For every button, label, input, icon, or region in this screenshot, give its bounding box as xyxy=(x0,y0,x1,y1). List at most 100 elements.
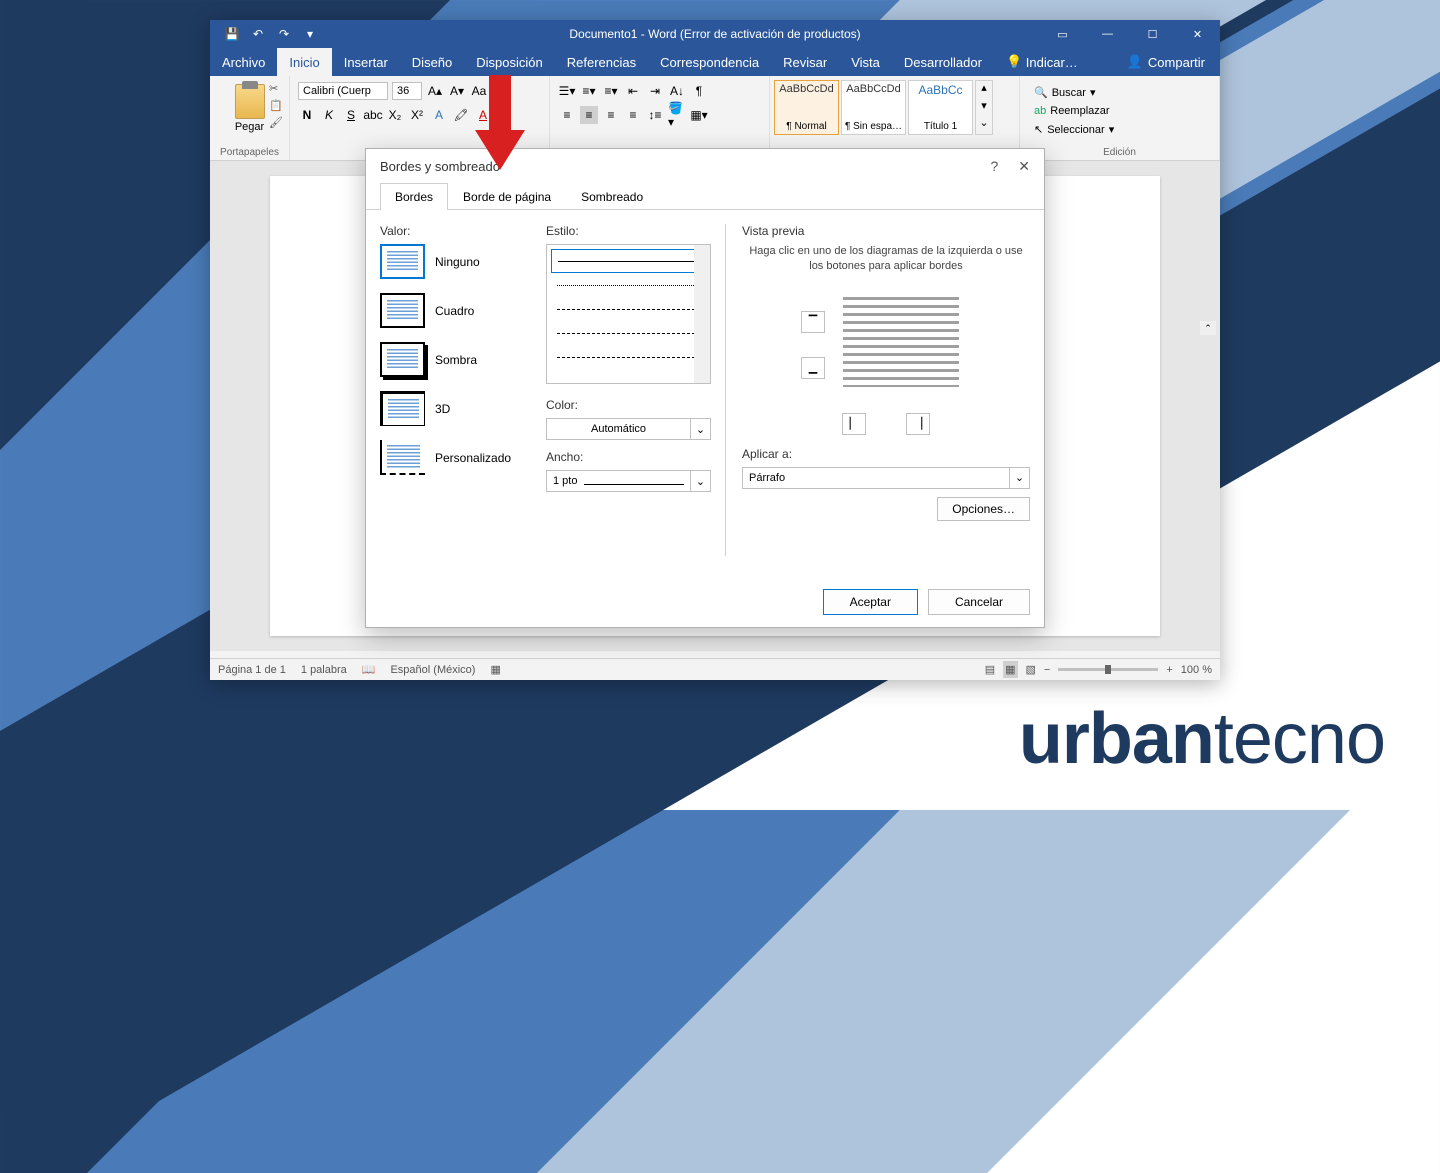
menu-desarrollador[interactable]: Desarrollador xyxy=(892,48,994,76)
show-marks-icon[interactable]: ¶ xyxy=(690,82,708,100)
subscript-icon[interactable]: X₂ xyxy=(386,106,404,124)
align-left-icon[interactable]: ≡ xyxy=(558,106,576,124)
style-sin-espacio[interactable]: AaBbCcDd ¶ Sin espa… xyxy=(841,80,906,135)
maximize-button[interactable]: ☐ xyxy=(1130,20,1175,48)
bold-button[interactable]: N xyxy=(298,106,316,124)
status-page[interactable]: Página 1 de 1 xyxy=(218,664,286,676)
valor-3d[interactable]: 3D xyxy=(380,391,530,426)
valor-ninguno[interactable]: Ninguno xyxy=(380,244,530,279)
shading-icon[interactable]: 🪣▾ xyxy=(668,106,686,124)
copy-icon[interactable]: 📋 xyxy=(269,99,283,112)
print-layout-icon[interactable]: ▦ xyxy=(1003,661,1017,678)
font-size-select[interactable]: 36 xyxy=(392,82,422,100)
valor-cuadro[interactable]: Cuadro xyxy=(380,293,530,328)
shrink-font-icon[interactable]: A▾ xyxy=(448,82,466,100)
minimize-button[interactable]: — xyxy=(1085,20,1130,48)
underline-button[interactable]: S xyxy=(342,106,360,124)
preview-diagram[interactable] xyxy=(831,285,971,405)
style-normal[interactable]: AaBbCcDd ¶ Normal xyxy=(774,80,839,135)
sort-icon[interactable]: A↓ xyxy=(668,82,686,100)
menu-archivo[interactable]: Archivo xyxy=(210,48,277,76)
justify-icon[interactable]: ≡ xyxy=(624,106,642,124)
align-center-icon[interactable]: ≡ xyxy=(580,106,598,124)
dialog-close-icon[interactable]: ✕ xyxy=(1018,158,1030,175)
select-button[interactable]: ↖Seleccionar ▾ xyxy=(1032,121,1207,138)
grow-font-icon[interactable]: A▴ xyxy=(426,82,444,100)
qat-more-icon[interactable]: ▾ xyxy=(303,27,317,41)
ribbon-options-button[interactable]: ▭ xyxy=(1040,20,1085,48)
increase-indent-icon[interactable]: ⇥ xyxy=(646,82,664,100)
accept-button[interactable]: Aceptar xyxy=(823,589,918,615)
style-titulo1[interactable]: AaBbCc Título 1 xyxy=(908,80,973,135)
apply-to-dropdown[interactable]: Párrafo ⌄ xyxy=(742,467,1030,489)
replace-button[interactable]: abReemplazar xyxy=(1032,103,1207,119)
macro-icon[interactable]: ▦ xyxy=(490,663,500,676)
menu-inicio[interactable]: Inicio xyxy=(277,48,331,76)
menu-disposicion[interactable]: Disposición xyxy=(464,48,554,76)
valor-sombra[interactable]: Sombra xyxy=(380,342,530,377)
strike-icon[interactable]: abc xyxy=(364,106,382,124)
border-right-button[interactable]: ▕ xyxy=(906,413,930,435)
options-button[interactable]: Opciones… xyxy=(937,497,1030,521)
zoom-level[interactable]: 100 % xyxy=(1181,664,1212,676)
color-dropdown[interactable]: Automático ⌄ xyxy=(546,418,711,440)
highlight-icon[interactable]: 🖍 xyxy=(452,106,470,124)
multilevel-icon[interactable]: ≡▾ xyxy=(602,82,620,100)
numbering-icon[interactable]: ≡▾ xyxy=(580,82,598,100)
decrease-indent-icon[interactable]: ⇤ xyxy=(624,82,642,100)
style-listbox[interactable] xyxy=(546,244,711,384)
spellcheck-icon[interactable]: 📖 xyxy=(362,663,376,676)
styles-more-icon[interactable]: ⌄ xyxy=(976,116,992,134)
zoom-in-icon[interactable]: + xyxy=(1166,664,1172,676)
group-edicion: Edición xyxy=(1020,147,1219,158)
menu-revisar[interactable]: Revisar xyxy=(771,48,839,76)
superscript-icon[interactable]: X² xyxy=(408,106,426,124)
cut-icon[interactable]: ✂ xyxy=(269,82,283,95)
border-bottom-button[interactable]: ▁ xyxy=(801,357,825,379)
tab-sombreado[interactable]: Sombreado xyxy=(566,183,658,210)
styles-up-icon[interactable]: ▴ xyxy=(976,81,992,99)
borders-dialog: Bordes y sombreado ? ✕ Bordes Borde de p… xyxy=(365,148,1045,628)
share-button[interactable]: 👤 Compartir xyxy=(1112,54,1220,70)
undo-icon[interactable]: ↶ xyxy=(251,27,265,41)
read-mode-icon[interactable]: ▤ xyxy=(985,663,995,676)
chevron-down-icon: ⌄ xyxy=(690,471,710,491)
ruler-toggle-icon[interactable]: ⌃ xyxy=(1200,321,1216,335)
tab-borde-pagina[interactable]: Borde de página xyxy=(448,183,566,210)
cancel-button[interactable]: Cancelar xyxy=(928,589,1030,615)
menu-referencias[interactable]: Referencias xyxy=(555,48,648,76)
menu-diseno[interactable]: Diseño xyxy=(400,48,464,76)
italic-button[interactable]: K xyxy=(320,106,338,124)
menu-indicar[interactable]: 💡 Indicar… xyxy=(994,48,1090,76)
web-layout-icon[interactable]: ▧ xyxy=(1026,663,1036,676)
label-aplicar: Aplicar a: xyxy=(742,447,1030,461)
tell-me-icon: 💡 xyxy=(1006,54,1022,70)
align-right-icon[interactable]: ≡ xyxy=(602,106,620,124)
status-language[interactable]: Español (México) xyxy=(390,664,475,676)
valor-personalizado[interactable]: Personalizado xyxy=(380,440,530,475)
close-button[interactable]: ✕ xyxy=(1175,20,1220,48)
width-dropdown[interactable]: 1 pto ⌄ xyxy=(546,470,711,492)
find-button[interactable]: 🔍Buscar ▾ xyxy=(1032,84,1207,101)
zoom-slider[interactable] xyxy=(1058,668,1158,671)
borders-icon[interactable]: ▦▾ xyxy=(690,106,708,124)
border-top-button[interactable]: ▔ xyxy=(801,311,825,333)
style-scrollbar[interactable] xyxy=(694,245,710,383)
status-words[interactable]: 1 palabra xyxy=(301,664,347,676)
border-left-button[interactable]: ▏ xyxy=(842,413,866,435)
tab-bordes[interactable]: Bordes xyxy=(380,183,448,210)
redo-icon[interactable]: ↷ xyxy=(277,27,291,41)
menu-vista[interactable]: Vista xyxy=(839,48,892,76)
text-effects-icon[interactable]: A xyxy=(430,106,448,124)
styles-down-icon[interactable]: ▾ xyxy=(976,99,992,117)
save-icon[interactable]: 💾 xyxy=(225,27,239,41)
bullets-icon[interactable]: ☰▾ xyxy=(558,82,576,100)
menu-insertar[interactable]: Insertar xyxy=(332,48,400,76)
line-spacing-icon[interactable]: ↕≡ xyxy=(646,106,664,124)
font-name-select[interactable]: Calibri (Cuerp xyxy=(298,82,388,100)
dialog-help-icon[interactable]: ? xyxy=(990,158,998,175)
zoom-out-icon[interactable]: − xyxy=(1044,664,1050,676)
menu-correspondencia[interactable]: Correspondencia xyxy=(648,48,771,76)
format-painter-icon[interactable]: 🖌 xyxy=(269,116,283,129)
chevron-down-icon: ⌄ xyxy=(690,419,710,439)
